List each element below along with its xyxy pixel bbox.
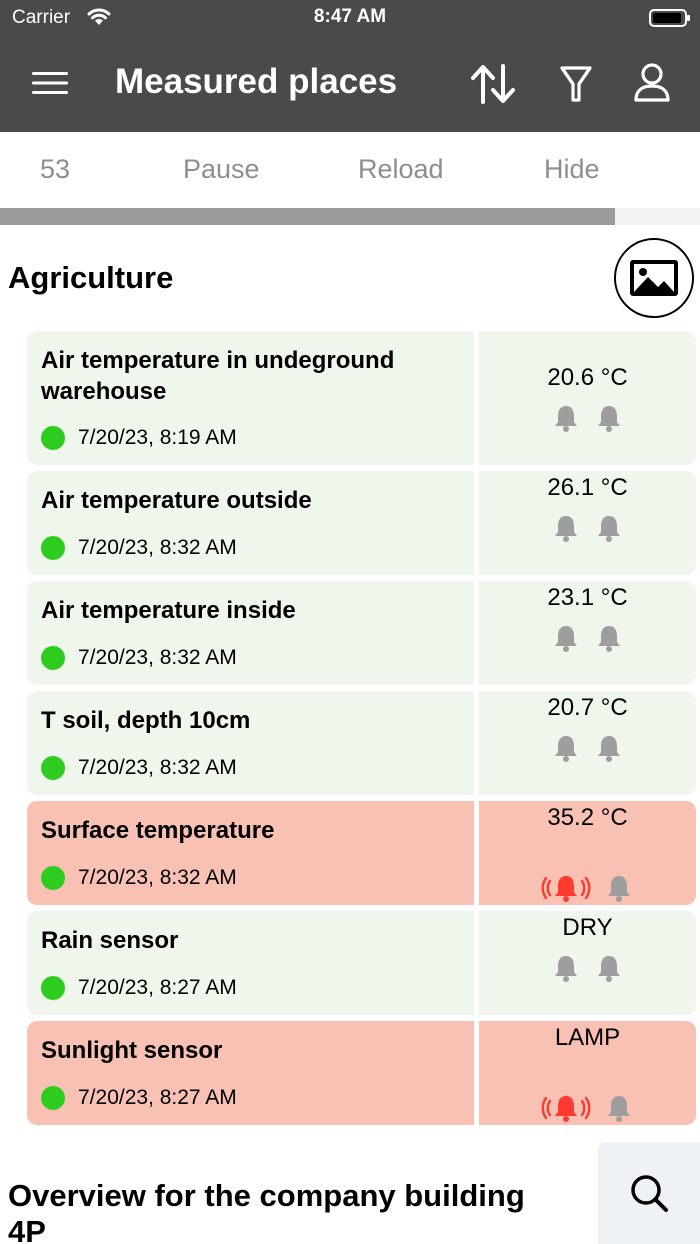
bell-icon xyxy=(555,516,577,542)
sensor-info-cell: Air temperature outside 7/20/23, 8:32 AM xyxy=(27,471,474,575)
user-button[interactable] xyxy=(632,62,672,106)
bell-icon xyxy=(555,626,577,652)
sensor-value: 26.1 °C xyxy=(547,474,628,501)
status-dot-icon xyxy=(41,646,65,670)
count-label: 53 xyxy=(40,154,71,184)
sensor-status: 7/20/23, 8:32 AM xyxy=(41,755,441,781)
sensor-timestamp: 7/20/23, 8:19 AM xyxy=(78,426,237,449)
sensor-name: Air temperature in undeground warehouse xyxy=(41,347,395,405)
sensor-value-cell: 20.6 °C xyxy=(479,331,696,465)
bell-icon xyxy=(598,736,620,762)
image-icon xyxy=(630,260,678,296)
status-bar: Carrier 8:47 AM xyxy=(0,0,700,36)
sensor-row[interactable]: Air temperature in undeground warehouse … xyxy=(27,331,696,465)
alarm-bell-active-icon xyxy=(541,876,591,902)
sensor-name: Air temperature outside xyxy=(41,487,312,514)
bell-icon xyxy=(608,1096,630,1122)
sensor-value: DRY xyxy=(562,914,613,941)
sort-arrows-icon xyxy=(471,64,515,104)
bell-icon xyxy=(555,736,577,762)
status-dot-icon xyxy=(41,976,65,1000)
sensor-status: 7/20/23, 8:27 AM xyxy=(41,975,441,1001)
sensor-row[interactable]: Rain sensor 7/20/23, 8:27 AM DRY xyxy=(27,911,696,1015)
bell-icon xyxy=(555,406,577,432)
sensor-value-cell: 26.1 °C xyxy=(479,471,696,575)
refresh-progress-bar xyxy=(0,208,700,225)
refresh-progress-fill xyxy=(0,208,615,225)
sensor-value-cell: 20.7 °C xyxy=(479,691,696,795)
bell-icon xyxy=(598,406,620,432)
sensor-value-cell: 23.1 °C xyxy=(479,581,696,685)
sensor-timestamp: 7/20/23, 8:32 AM xyxy=(78,646,237,669)
sensor-info-cell: Air temperature inside 7/20/23, 8:32 AM xyxy=(27,581,474,685)
sensor-status: 7/20/23, 8:32 AM xyxy=(41,645,441,671)
sensor-info-cell: Air temperature in undeground warehouse … xyxy=(27,331,474,465)
navigation-bar: Measured places xyxy=(0,36,700,132)
sensor-name: Air temperature inside xyxy=(41,597,296,624)
bell-icon xyxy=(608,876,630,902)
page-title: Measured places xyxy=(115,62,398,101)
reload-button[interactable]: Reload xyxy=(358,154,444,185)
search-button[interactable] xyxy=(598,1142,700,1244)
sensor-row[interactable]: Sunlight sensor 7/20/23, 8:27 AM LAMP xyxy=(27,1021,696,1125)
sensor-row[interactable]: Air temperature outside 7/20/23, 8:32 AM… xyxy=(27,471,696,575)
sort-button[interactable] xyxy=(468,62,518,106)
sensor-name: T soil, depth 10cm xyxy=(41,707,251,734)
bell-icon xyxy=(598,516,620,542)
status-dot-icon xyxy=(41,426,65,450)
sensor-value: 23.1 °C xyxy=(547,584,628,611)
battery-icon xyxy=(649,9,690,27)
status-time: 8:47 AM xyxy=(313,6,387,27)
bell-icon xyxy=(598,626,620,652)
menu-button[interactable] xyxy=(30,66,70,100)
sensor-value-cell: LAMP xyxy=(479,1021,696,1125)
alarm-bell-active-icon xyxy=(541,1096,591,1122)
status-dot-icon xyxy=(41,536,65,560)
filter-button[interactable] xyxy=(558,62,594,106)
sensor-info-cell: Sunlight sensor 7/20/23, 8:27 AM xyxy=(27,1021,474,1125)
sensor-info-cell: Surface temperature 7/20/23, 8:32 AM xyxy=(27,801,474,905)
sensor-name: Rain sensor xyxy=(41,927,179,954)
sensor-info-cell: Rain sensor 7/20/23, 8:27 AM xyxy=(27,911,474,1015)
sensor-row[interactable]: Surface temperature 7/20/23, 8:32 AM 35.… xyxy=(27,801,696,905)
sensor-timestamp: 7/20/23, 8:32 AM xyxy=(78,756,237,779)
image-button[interactable] xyxy=(614,238,694,318)
sensor-timestamp: 7/20/23, 8:27 AM xyxy=(78,1086,237,1109)
sensor-status: 7/20/23, 8:19 AM xyxy=(41,425,441,451)
sensor-value: 20.7 °C xyxy=(547,694,628,721)
hamburger-icon xyxy=(32,72,68,94)
sensor-timestamp: 7/20/23, 8:32 AM xyxy=(78,866,237,889)
filter-icon xyxy=(560,66,592,102)
section-title-agriculture: Agriculture xyxy=(8,260,174,295)
status-dot-icon xyxy=(41,866,65,890)
bell-icon xyxy=(598,956,620,982)
sensor-value: 35.2 °C xyxy=(547,804,628,831)
pause-button[interactable]: Pause xyxy=(183,154,260,185)
sensor-row[interactable]: T soil, depth 10cm 7/20/23, 8:32 AM 20.7… xyxy=(27,691,696,795)
hide-button[interactable]: Hide xyxy=(544,154,600,185)
sensor-name: Surface temperature xyxy=(41,817,275,844)
toolbar: 53 Pause Reload Hide xyxy=(0,132,700,210)
sensor-name: Sunlight sensor xyxy=(41,1037,223,1064)
sensor-row[interactable]: Air temperature inside 7/20/23, 8:32 AM … xyxy=(27,581,696,685)
status-dot-icon xyxy=(41,756,65,780)
app-header: Carrier 8:47 AM Measured places xyxy=(0,0,700,132)
bell-icon xyxy=(555,956,577,982)
sensor-status: 7/20/23, 8:32 AM xyxy=(41,865,441,891)
sensor-value: LAMP xyxy=(554,1024,621,1051)
status-dot-icon xyxy=(41,1086,65,1110)
search-icon xyxy=(631,1175,668,1212)
sensor-timestamp: 7/20/23, 8:27 AM xyxy=(78,976,237,999)
sensor-status: 7/20/23, 8:27 AM xyxy=(41,1085,441,1111)
sensor-timestamp: 7/20/23, 8:32 AM xyxy=(78,536,237,559)
sensor-value-cell: DRY xyxy=(479,911,696,1015)
sensor-value-cell: 35.2 °C xyxy=(479,801,696,905)
user-icon xyxy=(634,63,670,102)
section-title-overview: Overview for the company building 4P xyxy=(8,1178,525,1244)
sensor-value: 20.6 °C xyxy=(547,364,628,391)
sensor-info-cell: T soil, depth 10cm 7/20/23, 8:32 AM xyxy=(27,691,474,795)
sensor-status: 7/20/23, 8:32 AM xyxy=(41,535,441,561)
